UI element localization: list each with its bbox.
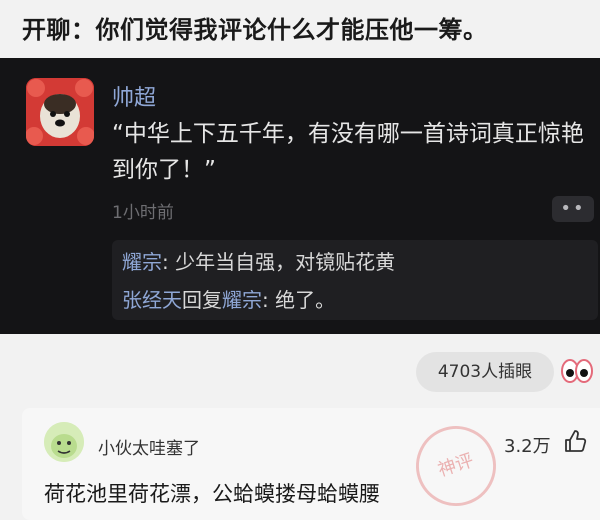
reply-author[interactable]: 张经天 [122,288,182,312]
reply-comment-text: 荷花池里荷花漂，公蛤蟆搂母蛤蟆腰 [44,482,380,506]
reply-separator: : [262,288,276,312]
reply-item[interactable]: 耀宗: 少年当自强，对镜贴花黄 [122,246,395,275]
reaction-count-pill[interactable]: 4703人插眼 [416,352,554,392]
more-options-button[interactable]: •• [552,196,594,222]
post-title: 开聊：你们觉得我评论什么才能压他一筹。 [22,16,488,44]
comment-text: “中华上下五千年，有没有哪一首诗词真正惊艳到你了！” [112,121,584,183]
like-count: 3.2万 [504,436,551,457]
stamp-badge: 神评 [405,415,507,517]
dog-avatar-icon [26,78,94,146]
cartoon-face-icon [44,422,84,462]
reply-item[interactable]: 张经天回复耀宗: 绝了。 [122,284,335,313]
avatar[interactable] [26,78,94,146]
reply-author[interactable]: 耀宗 [122,250,162,274]
thumbs-up-icon[interactable] [562,428,588,454]
replies-box: 耀宗: 少年当自强，对镜贴花黄 张经天回复耀宗: 绝了。 [112,240,598,320]
comment-username[interactable]: 帅超 [112,80,156,112]
reply-text: 少年当自强，对镜贴花黄 [175,250,396,274]
reply-username[interactable]: 小伙太哇塞了 [98,434,200,459]
comment-card: 帅超 “中华上下五千年，有没有哪一首诗词真正惊艳到你了！” 1小时前 •• 耀宗… [0,58,600,334]
reply-separator: : [162,250,176,274]
reply-text: 绝了。 [275,288,336,312]
reply-target[interactable]: 耀宗 [222,288,262,312]
comment-timestamp: 1小时前 [112,203,174,223]
reply-card: 小伙太哇塞了 神评 3.2万 荷花池里荷花漂，公蛤蟆搂母蛤蟆腰 [22,408,600,520]
avatar[interactable] [44,422,84,462]
eyes-emoji-icon[interactable] [560,356,594,386]
reply-label: 回复 [182,288,222,312]
